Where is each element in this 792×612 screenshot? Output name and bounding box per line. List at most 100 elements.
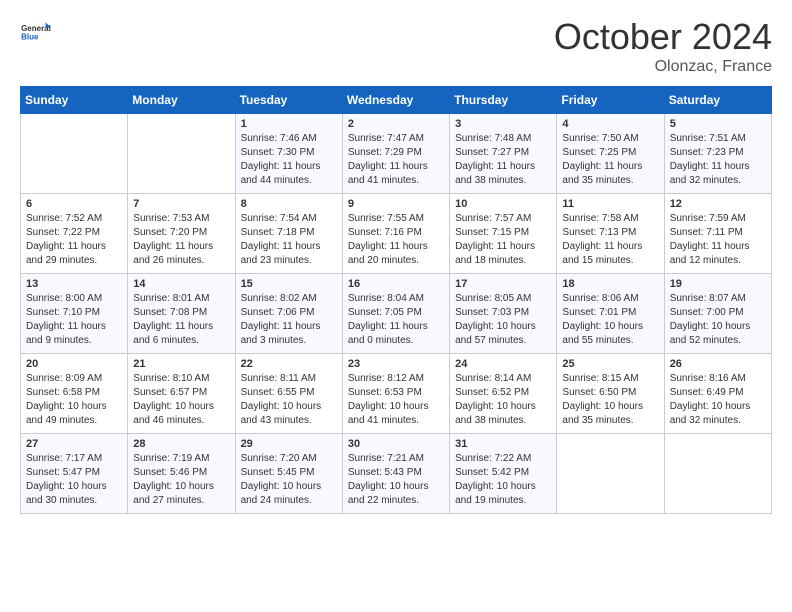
day-info: Sunrise: 7:48 AM Sunset: 7:27 PM Dayligh… (455, 132, 551, 188)
calendar-day-cell: 14 Sunrise: 8:01 AM Sunset: 7:08 PM Dayli… (128, 274, 235, 354)
calendar-day-cell: 29 Sunrise: 7:20 AM Sunset: 5:45 PM Dayli… (235, 434, 342, 514)
weekday-header: Wednesday (342, 87, 449, 114)
day-number: 16 (348, 278, 444, 290)
calendar-week-row: 13 Sunrise: 8:00 AM Sunset: 7:10 PM Dayli… (21, 274, 772, 354)
day-number: 28 (133, 438, 229, 450)
day-number: 20 (26, 358, 122, 370)
day-info: Sunrise: 7:53 AM Sunset: 7:20 PM Dayligh… (133, 212, 229, 268)
day-info: Sunrise: 8:09 AM Sunset: 6:58 PM Dayligh… (26, 372, 122, 428)
calendar-day-cell (21, 114, 128, 194)
calendar-week-row: 20 Sunrise: 8:09 AM Sunset: 6:58 PM Dayli… (21, 354, 772, 434)
day-info: Sunrise: 8:14 AM Sunset: 6:52 PM Dayligh… (455, 372, 551, 428)
day-number: 31 (455, 438, 551, 450)
logo: General Blue (20, 16, 52, 48)
day-number: 30 (348, 438, 444, 450)
day-number: 4 (562, 118, 658, 130)
calendar-day-cell (128, 114, 235, 194)
calendar-day-cell: 27Sunrise: 7:17 AM Sunset: 5:47 PM Dayli… (21, 434, 128, 514)
calendar-body: 1 Sunrise: 7:46 AM Sunset: 7:30 PM Daylig… (21, 114, 772, 514)
day-number: 13 (26, 278, 122, 290)
day-info: Sunrise: 8:15 AM Sunset: 6:50 PM Dayligh… (562, 372, 658, 428)
location: Olonzac, France (554, 58, 772, 76)
day-number: 21 (133, 358, 229, 370)
day-info: Sunrise: 8:02 AM Sunset: 7:06 PM Dayligh… (241, 292, 337, 348)
day-number: 1 (241, 118, 337, 130)
calendar-day-cell: 5 Sunrise: 7:51 AM Sunset: 7:23 PM Daylig… (664, 114, 771, 194)
day-number: 15 (241, 278, 337, 290)
header: General Blue October 2024 Olonzac, Franc… (20, 16, 772, 76)
calendar-day-cell (664, 434, 771, 514)
weekday-header: Saturday (664, 87, 771, 114)
day-number: 14 (133, 278, 229, 290)
day-info: Sunrise: 7:19 AM Sunset: 5:46 PM Dayligh… (133, 452, 229, 508)
day-info: Sunrise: 8:07 AM Sunset: 7:00 PM Dayligh… (670, 292, 766, 348)
day-info: Sunrise: 7:17 AM Sunset: 5:47 PM Dayligh… (26, 452, 122, 508)
logo-svg: General Blue (20, 16, 52, 48)
day-number: 11 (562, 198, 658, 210)
calendar-day-cell: 24 Sunrise: 8:14 AM Sunset: 6:52 PM Dayli… (450, 354, 557, 434)
calendar-day-cell: 8Sunrise: 7:54 AM Sunset: 7:18 PM Daylig… (235, 194, 342, 274)
day-number: 7 (133, 198, 229, 210)
day-number: 6 (26, 198, 122, 210)
header-row: SundayMondayTuesdayWednesdayThursdayFrid… (21, 87, 772, 114)
calendar-day-cell (557, 434, 664, 514)
month-title: October 2024 (554, 16, 772, 58)
day-number: 12 (670, 198, 766, 210)
day-info: Sunrise: 8:16 AM Sunset: 6:49 PM Dayligh… (670, 372, 766, 428)
day-info: Sunrise: 7:20 AM Sunset: 5:45 PM Dayligh… (241, 452, 337, 508)
day-info: Sunrise: 7:22 AM Sunset: 5:42 PM Dayligh… (455, 452, 551, 508)
page: General Blue October 2024 Olonzac, Franc… (0, 0, 792, 534)
day-info: Sunrise: 8:00 AM Sunset: 7:10 PM Dayligh… (26, 292, 122, 348)
calendar-day-cell: 15 Sunrise: 8:02 AM Sunset: 7:06 PM Dayli… (235, 274, 342, 354)
day-number: 10 (455, 198, 551, 210)
calendar-day-cell: 18 Sunrise: 8:06 AM Sunset: 7:01 PM Dayli… (557, 274, 664, 354)
day-info: Sunrise: 8:05 AM Sunset: 7:03 PM Dayligh… (455, 292, 551, 348)
calendar-day-cell: 31 Sunrise: 7:22 AM Sunset: 5:42 PM Dayli… (450, 434, 557, 514)
weekday-header: Thursday (450, 87, 557, 114)
day-number: 3 (455, 118, 551, 130)
day-info: Sunrise: 8:04 AM Sunset: 7:05 PM Dayligh… (348, 292, 444, 348)
day-number: 17 (455, 278, 551, 290)
day-info: Sunrise: 8:12 AM Sunset: 6:53 PM Dayligh… (348, 372, 444, 428)
day-info: Sunrise: 7:55 AM Sunset: 7:16 PM Dayligh… (348, 212, 444, 268)
day-number: 18 (562, 278, 658, 290)
day-info: Sunrise: 7:50 AM Sunset: 7:25 PM Dayligh… (562, 132, 658, 188)
calendar-day-cell: 12Sunrise: 7:59 AM Sunset: 7:11 PM Dayli… (664, 194, 771, 274)
calendar-header: SundayMondayTuesdayWednesdayThursdayFrid… (21, 87, 772, 114)
day-info: Sunrise: 7:46 AM Sunset: 7:30 PM Dayligh… (241, 132, 337, 188)
calendar-day-cell: 1 Sunrise: 7:46 AM Sunset: 7:30 PM Daylig… (235, 114, 342, 194)
weekday-header: Monday (128, 87, 235, 114)
day-info: Sunrise: 7:51 AM Sunset: 7:23 PM Dayligh… (670, 132, 766, 188)
calendar-day-cell: 22Sunrise: 8:11 AM Sunset: 6:55 PM Dayli… (235, 354, 342, 434)
day-number: 26 (670, 358, 766, 370)
weekday-header: Friday (557, 87, 664, 114)
calendar-day-cell: 16 Sunrise: 8:04 AM Sunset: 7:05 PM Dayli… (342, 274, 449, 354)
day-number: 23 (348, 358, 444, 370)
calendar-day-cell: 13 Sunrise: 8:00 AM Sunset: 7:10 PM Dayli… (21, 274, 128, 354)
calendar-day-cell: 23 Sunrise: 8:12 AM Sunset: 6:53 PM Dayli… (342, 354, 449, 434)
day-info: Sunrise: 7:58 AM Sunset: 7:13 PM Dayligh… (562, 212, 658, 268)
day-number: 5 (670, 118, 766, 130)
day-number: 2 (348, 118, 444, 130)
day-info: Sunrise: 8:06 AM Sunset: 7:01 PM Dayligh… (562, 292, 658, 348)
calendar-day-cell: 28 Sunrise: 7:19 AM Sunset: 5:46 PM Dayli… (128, 434, 235, 514)
day-number: 9 (348, 198, 444, 210)
day-info: Sunrise: 7:54 AM Sunset: 7:18 PM Dayligh… (241, 212, 337, 268)
calendar-day-cell: 3 Sunrise: 7:48 AM Sunset: 7:27 PM Daylig… (450, 114, 557, 194)
calendar-week-row: 1 Sunrise: 7:46 AM Sunset: 7:30 PM Daylig… (21, 114, 772, 194)
day-number: 25 (562, 358, 658, 370)
day-number: 22 (241, 358, 337, 370)
calendar-day-cell: 17 Sunrise: 8:05 AM Sunset: 7:03 PM Dayli… (450, 274, 557, 354)
day-info: Sunrise: 7:52 AM Sunset: 7:22 PM Dayligh… (26, 212, 122, 268)
day-info: Sunrise: 7:47 AM Sunset: 7:29 PM Dayligh… (348, 132, 444, 188)
calendar-day-cell: 11 Sunrise: 7:58 AM Sunset: 7:13 PM Dayli… (557, 194, 664, 274)
day-info: Sunrise: 7:21 AM Sunset: 5:43 PM Dayligh… (348, 452, 444, 508)
day-number: 24 (455, 358, 551, 370)
weekday-header: Sunday (21, 87, 128, 114)
calendar-day-cell: 21 Sunrise: 8:10 AM Sunset: 6:57 PM Dayli… (128, 354, 235, 434)
day-info: Sunrise: 8:01 AM Sunset: 7:08 PM Dayligh… (133, 292, 229, 348)
title-block: October 2024 Olonzac, France (554, 16, 772, 76)
calendar-day-cell: 2 Sunrise: 7:47 AM Sunset: 7:29 PM Daylig… (342, 114, 449, 194)
day-number: 29 (241, 438, 337, 450)
day-info: Sunrise: 8:10 AM Sunset: 6:57 PM Dayligh… (133, 372, 229, 428)
